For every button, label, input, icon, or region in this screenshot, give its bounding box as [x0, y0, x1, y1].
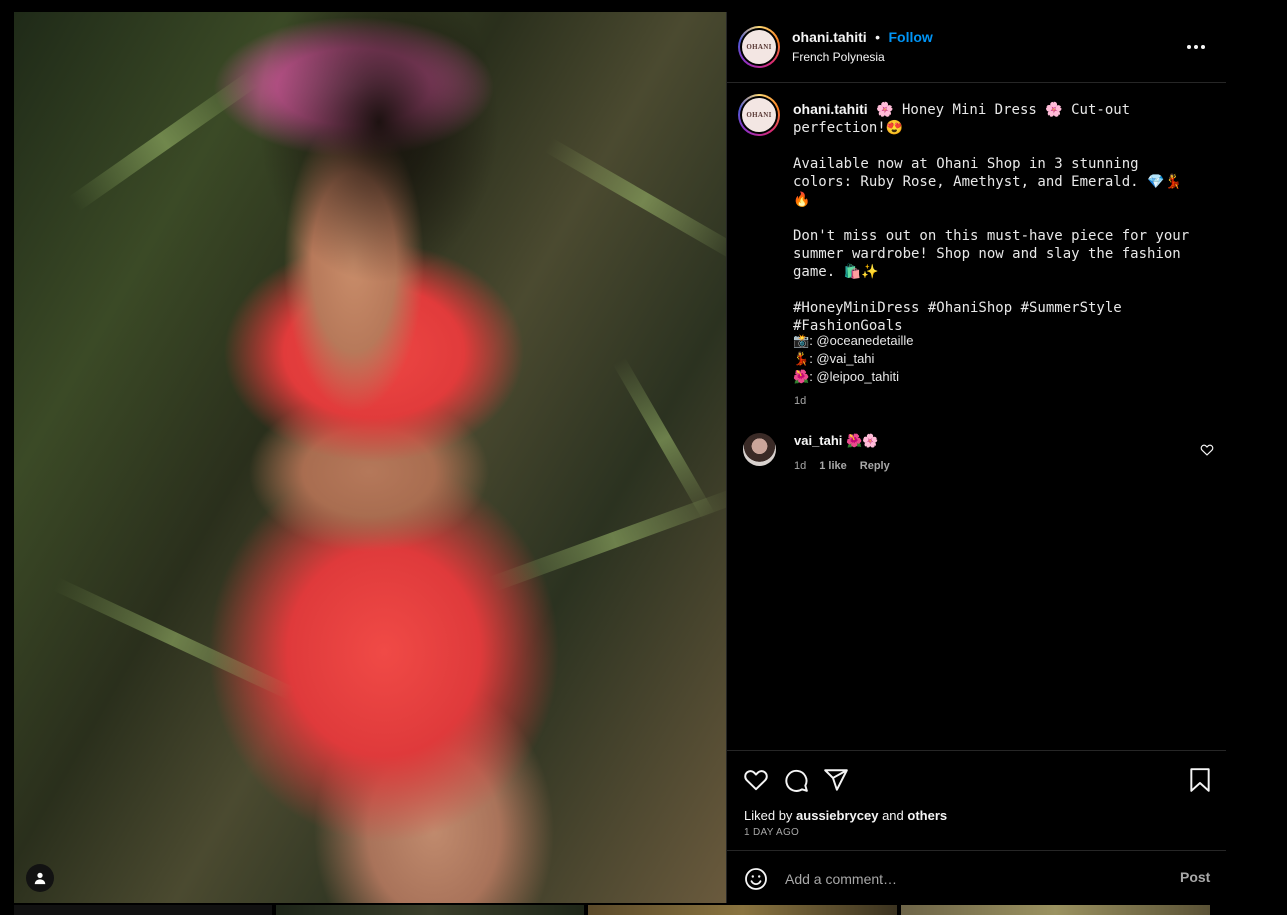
camera-icon: 📸	[793, 333, 810, 348]
comment-text: 🌺🌸	[842, 433, 879, 448]
more-post-thumbnail[interactable]	[14, 905, 272, 915]
palm-frond-decoration	[68, 70, 260, 212]
palm-frond-decoration	[53, 577, 295, 701]
tagged-users-button[interactable]	[26, 864, 54, 892]
mention-link[interactable]: @leipoo_tahiti	[816, 369, 899, 384]
follow-button[interactable]: Follow	[888, 29, 932, 45]
more-post-thumbnail[interactable]	[901, 905, 1210, 915]
post-header: OHANI ohani.tahiti • Follow French Polyn…	[727, 12, 1226, 83]
caption-paragraph-3: Don't miss out on this must-have piece f…	[793, 228, 1198, 280]
comment-input[interactable]	[783, 864, 1157, 894]
caption-timestamp[interactable]: 1d	[794, 395, 806, 407]
comment-meta: 1d 1 like Reply	[794, 460, 890, 472]
caption-hashtags[interactable]: #HoneyMiniDress #OhaniShop #SummerStyle …	[793, 300, 1130, 334]
post-comment-button[interactable]: Post	[1180, 869, 1210, 885]
post-caption: ohani.tahiti 🌸 Honey Mini Dress 🌸 Cut-ou…	[793, 100, 1198, 335]
header-user-row: ohani.tahiti • Follow	[792, 29, 933, 47]
user-icon	[34, 872, 46, 885]
liked-by-text: Liked by aussiebrycey and others	[744, 808, 948, 823]
brand-logo: OHANI	[742, 98, 776, 132]
brand-logo: OHANI	[742, 30, 776, 64]
more-posts-strip	[14, 905, 1210, 915]
comment-icon[interactable]	[783, 767, 809, 793]
caption-credits: 📸: @oceanedetaille 💃: @vai_tahi 🌺: @leip…	[793, 332, 913, 386]
palm-frond-decoration	[544, 138, 726, 262]
mention-link[interactable]: @oceanedetaille	[816, 333, 913, 348]
palm-frond-decoration	[489, 488, 726, 592]
comment-avatar[interactable]	[743, 433, 776, 466]
more-post-thumbnail[interactable]	[588, 905, 897, 915]
post-timestamp[interactable]: 1 DAY AGO	[744, 827, 799, 838]
share-icon[interactable]	[823, 767, 849, 793]
comment-likes[interactable]: 1 like	[819, 460, 847, 472]
reply-button[interactable]: Reply	[860, 460, 890, 472]
heart-icon[interactable]	[1200, 443, 1214, 457]
comment-timestamp[interactable]: 1d	[794, 460, 806, 472]
more-options-icon[interactable]	[1184, 42, 1208, 52]
post-actions: Liked by aussiebrycey and others 1 DAY A…	[727, 750, 1226, 851]
location-link[interactable]: French Polynesia	[792, 50, 885, 64]
avatar[interactable]: OHANI	[738, 26, 780, 68]
add-comment-bar: Post	[727, 850, 1226, 904]
credit-line: 📸: @oceanedetaille	[793, 333, 914, 348]
heart-icon[interactable]	[743, 767, 769, 793]
emoji-icon[interactable]	[744, 867, 768, 891]
comment-row: vai_tahi 🌺🌸	[794, 433, 878, 449]
liked-by-others-link[interactable]: others	[907, 808, 947, 823]
caption-avatar[interactable]: OHANI	[738, 94, 780, 136]
mention-link[interactable]: @vai_tahi	[816, 351, 874, 366]
separator-dot: •	[875, 29, 881, 45]
credit-line: 💃: @vai_tahi	[793, 351, 875, 366]
bookmark-icon[interactable]	[1187, 767, 1213, 793]
more-post-thumbnail[interactable]	[276, 905, 584, 915]
credit-line: 🌺: @leipoo_tahiti	[793, 369, 900, 384]
caption-paragraph-2: Available now at Ohani Shop in 3 stunnin…	[793, 156, 1182, 208]
dancer-icon: 💃	[793, 351, 810, 366]
post-image[interactable]	[14, 12, 726, 903]
liked-by-user-link[interactable]: aussiebrycey	[796, 808, 878, 823]
post-side-panel: OHANI ohani.tahiti • Follow French Polyn…	[726, 12, 1226, 903]
username-link[interactable]: ohani.tahiti	[792, 29, 867, 45]
comment-username[interactable]: vai_tahi	[794, 433, 842, 448]
hibiscus-icon: 🌺	[793, 369, 810, 384]
palm-frond-decoration	[612, 357, 716, 521]
caption-username[interactable]: ohani.tahiti	[793, 101, 868, 117]
